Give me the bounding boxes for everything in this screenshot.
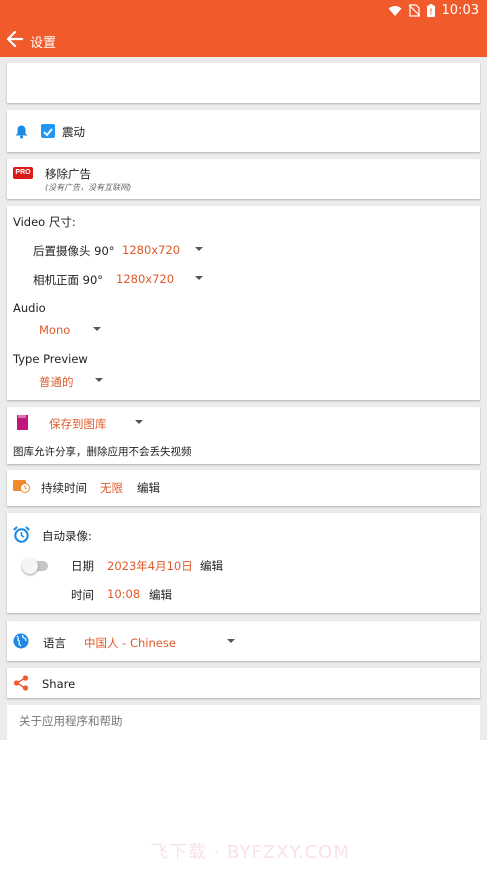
storage-dropdown[interactable]: 保存到图库 (49, 416, 107, 432)
type-preview-dropdown-arrow-icon[interactable] (95, 378, 103, 382)
battery-icon: ! (426, 4, 435, 17)
duration-edit-button[interactable]: 编辑 (137, 480, 160, 496)
audio-dropdown-arrow-icon[interactable] (93, 327, 101, 331)
date-value: 2023年4月10日 (107, 559, 193, 573)
duration-label: 持续时间 (41, 481, 87, 495)
duration-value: 无限 (100, 481, 123, 495)
share-card[interactable]: Share (7, 668, 480, 698)
front-camera-label: 相机正面 90° (33, 273, 104, 287)
front-camera-resolution-dropdown[interactable]: 1280x720 (116, 272, 174, 286)
app-bar: 设置 (0, 22, 487, 57)
checkmark-icon (43, 128, 53, 137)
empty-card (7, 63, 480, 103)
auto-record-heading: 自动录像: (42, 529, 92, 543)
watermark: 飞下载 · BYFZXY.COM (150, 842, 350, 863)
date-label: 日期 (71, 559, 94, 573)
vibrate-checkbox[interactable] (41, 124, 55, 138)
svg-text:!: ! (429, 8, 432, 17)
audio-dropdown[interactable]: Mono (39, 323, 70, 337)
type-preview-dropdown[interactable]: 普通的 (39, 374, 74, 390)
language-card: 语言 中国人 - Chinese (7, 621, 480, 661)
video-size-heading: Video 尺寸: (13, 215, 76, 229)
auto-record-card: 自动录像: 日期 2023年4月10日 编辑 时间 10:08 编辑 (7, 513, 480, 613)
alarm-clock-icon (13, 526, 30, 543)
vibrate-label: 震动 (62, 125, 85, 139)
time-value: 10:08 (107, 587, 141, 601)
language-dropdown-arrow-icon[interactable] (227, 639, 235, 643)
share-label: Share (42, 677, 76, 691)
share-icon (13, 675, 29, 691)
auto-record-toggle[interactable] (22, 558, 48, 574)
time-edit-button[interactable]: 编辑 (149, 587, 172, 603)
back-arrow-icon[interactable] (6, 30, 24, 48)
language-dropdown[interactable]: 中国人 - Chinese (84, 635, 176, 651)
toggle-knob (22, 558, 38, 574)
about-card[interactable]: 关于应用程序和帮助 (7, 705, 480, 740)
pro-badge: PRO (13, 167, 33, 179)
storage-card: 保存到图库 图库允许分享，删除应用不会丢失视频 (7, 407, 480, 464)
video-settings-card: Video 尺寸: 后置摄像头 90° 1280x720 相机正面 90° 12… (7, 206, 480, 400)
wifi-icon (388, 5, 402, 16)
about-help-link[interactable]: 关于应用程序和帮助 (19, 713, 123, 729)
rear-camera-label: 后置摄像头 90° (33, 244, 115, 258)
time-label: 时间 (71, 588, 94, 602)
no-sim-icon (408, 4, 420, 17)
front-dropdown-arrow-icon[interactable] (195, 276, 203, 280)
remove-ads-card[interactable]: PRO 移除广告 (没有广告，没有互联网) (7, 159, 480, 199)
audio-heading: Audio (13, 301, 46, 315)
sd-card-icon (17, 415, 28, 430)
globe-icon (13, 633, 29, 649)
duration-card: 持续时间 无限 编辑 (7, 470, 480, 506)
clock: 10:03 (441, 3, 479, 18)
status-bar: ! 10:03 (0, 0, 487, 22)
remove-ads-title: 移除广告 (45, 167, 91, 181)
language-label: 语言 (43, 636, 66, 650)
remove-ads-subtitle: (没有广告，没有互联网) (45, 183, 132, 192)
page-title: 设置 (30, 36, 57, 51)
type-preview-heading: Type Preview (13, 352, 88, 366)
video-timer-icon (13, 480, 30, 493)
bell-icon (15, 125, 28, 139)
date-edit-button[interactable]: 编辑 (200, 558, 223, 574)
rear-dropdown-arrow-icon[interactable] (195, 247, 203, 251)
rear-camera-resolution-dropdown[interactable]: 1280x720 (122, 243, 180, 257)
storage-dropdown-arrow-icon[interactable] (135, 420, 143, 424)
vibrate-card[interactable]: 震动 (7, 110, 480, 152)
storage-note: 图库允许分享，删除应用不会丢失视频 (13, 446, 192, 458)
